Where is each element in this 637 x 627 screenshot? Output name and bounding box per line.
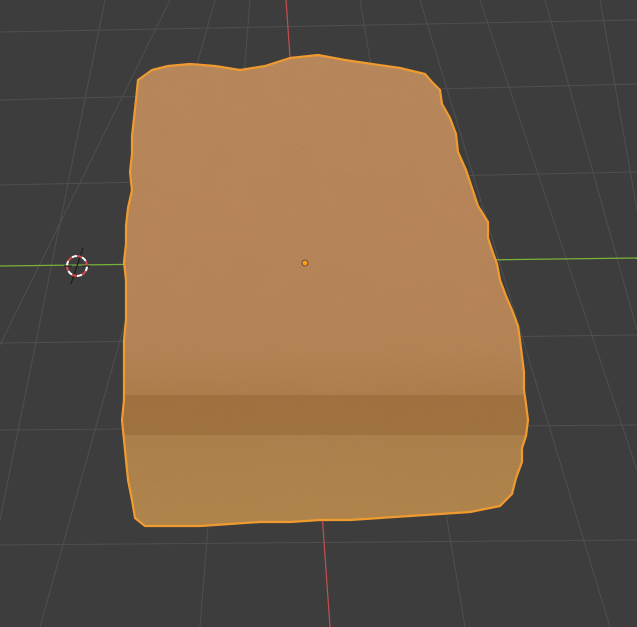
viewport-canvas[interactable] — [0, 0, 637, 627]
grid-line — [0, 0, 106, 521]
grid-line — [544, 0, 637, 331]
grid-line — [0, 539, 637, 546]
3d-cursor-icon[interactable] — [63, 247, 91, 285]
grid-line — [0, 19, 637, 33]
object-origin-icon — [301, 259, 309, 267]
mesh-object[interactable] — [100, 40, 550, 540]
mesh-texture — [122, 55, 528, 526]
grid-line — [599, 0, 637, 211]
3d-viewport[interactable] — [0, 0, 637, 627]
